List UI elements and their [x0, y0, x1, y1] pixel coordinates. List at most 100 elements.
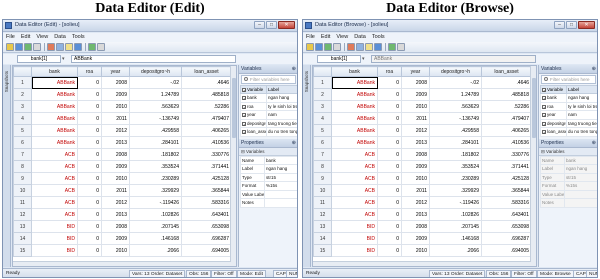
table-row[interactable]: 3 ABBank 0 2010 .563629 .52286	[313, 100, 532, 113]
cell-depositgrowth[interactable]: .353524	[129, 160, 182, 173]
property-row[interactable]: Type str15	[540, 172, 597, 182]
cell-roa[interactable]: 0	[77, 136, 102, 149]
cell-roa[interactable]: 0	[377, 232, 402, 245]
properties-icon[interactable]	[374, 43, 382, 51]
check-icon[interactable]: ✓	[542, 121, 546, 126]
cell-year[interactable]: 2008	[101, 220, 130, 233]
table-row[interactable]: 12 ACB 0 2013 .102826 .643401	[313, 208, 532, 221]
scroll-thumb[interactable]	[232, 78, 236, 138]
property-row[interactable]: Format %15s	[540, 181, 597, 191]
cell-year[interactable]: 2012	[101, 124, 130, 137]
check-icon[interactable]: ✓	[542, 104, 546, 109]
cell-depositgrowth[interactable]: -.02	[129, 76, 182, 89]
cell-loan-asset[interactable]: .696287	[181, 232, 232, 245]
property-value[interactable]: bank	[264, 155, 297, 165]
cell-year[interactable]: 2011	[101, 112, 130, 125]
cell-year[interactable]: 2008	[101, 148, 130, 161]
table-row[interactable]: 4 ABBank 0 2011 -.136749 .479407	[13, 112, 232, 125]
cell-loan-asset[interactable]: .653098	[481, 220, 532, 233]
print-icon[interactable]	[24, 43, 32, 51]
close-icon[interactable]: ✕	[578, 21, 595, 29]
cell-depositgrowth[interactable]: -.119426	[129, 196, 182, 209]
property-value[interactable]	[564, 189, 597, 199]
chevron-down-icon[interactable]: ▾	[62, 56, 65, 62]
table-row[interactable]: 13 BID 0 2008 .207145 .653098	[313, 220, 532, 233]
cell-year[interactable]: 2010	[101, 100, 130, 113]
variable-row[interactable]: ✓year nam	[240, 110, 297, 120]
cell-year[interactable]: 2013	[101, 136, 130, 149]
cell-depositgrowth[interactable]: .146168	[429, 232, 482, 245]
horizontal-scrollbar[interactable]	[13, 261, 231, 266]
cell-year[interactable]: 2008	[401, 76, 430, 89]
variable-row[interactable]: ✓bank ngan hang	[240, 93, 297, 103]
cell-roa[interactable]: 0	[377, 220, 402, 233]
cell-loan-asset[interactable]: .643401	[181, 208, 232, 221]
copy-icon[interactable]	[33, 43, 41, 51]
properties-section[interactable]: ⊟ Variables	[239, 147, 297, 156]
column-header-year[interactable]: year	[401, 66, 430, 77]
cell-year[interactable]: 2010	[101, 172, 130, 185]
cell-roa[interactable]: 0	[77, 88, 102, 101]
save-icon[interactable]	[15, 43, 23, 51]
variables-column-variable[interactable]: ✓Variable	[240, 85, 267, 94]
column-header-roa[interactable]: roa	[377, 66, 402, 77]
variables-column-label[interactable]: Label	[266, 85, 297, 94]
cell-loan-asset[interactable]: .4646	[481, 76, 532, 89]
cell-loan-asset[interactable]: .425128	[181, 172, 232, 185]
table-row[interactable]: 7 ACB 0 2008 .181802 .330776	[313, 148, 532, 161]
cell-bank[interactable]: BID	[31, 244, 78, 257]
cell-depositgrowth[interactable]: .353524	[429, 160, 482, 173]
cell-roa[interactable]: 0	[77, 100, 102, 113]
cell-roa[interactable]: 0	[377, 208, 402, 221]
filter-icon[interactable]	[56, 43, 64, 51]
cell-depositgrowth[interactable]: .329929	[429, 184, 482, 197]
cell-roa[interactable]: 0	[377, 136, 402, 149]
table-row[interactable]: 9 ACB 0 2010 .230289 .425128	[13, 172, 232, 185]
pin-icon[interactable]: ⊕	[292, 139, 296, 148]
cell-loan-asset[interactable]: .365844	[481, 184, 532, 197]
cell-bank[interactable]: ACB	[31, 172, 78, 185]
data-grid[interactable]: bank roa year depositgro~h loan_asset 1 …	[312, 65, 537, 267]
cell-depositgrowth[interactable]: .207145	[429, 220, 482, 233]
property-row[interactable]: Name bank	[240, 155, 297, 165]
cell-depositgrowth[interactable]: .329929	[129, 184, 182, 197]
table-row[interactable]: 11 ACB 0 2012 -.119426 .583316	[313, 196, 532, 209]
cell-year[interactable]: 2008	[101, 76, 130, 89]
cell-year[interactable]: 2010	[401, 172, 430, 185]
snapshots-tab[interactable]: Snapshots	[303, 65, 311, 267]
cell-depositgrowth[interactable]: .230289	[129, 172, 182, 185]
cell-bank[interactable]: BID	[31, 232, 78, 245]
cell-depositgrowth[interactable]: -.136749	[429, 112, 482, 125]
property-value[interactable]: str15	[264, 172, 297, 182]
cell-loan-asset[interactable]: .371441	[181, 160, 232, 173]
menu-item[interactable]: Edit	[18, 33, 33, 42]
property-row[interactable]: Notes	[540, 198, 597, 208]
cell-year[interactable]: 2008	[401, 220, 430, 233]
minimize-icon[interactable]: –	[254, 21, 265, 29]
cell-bank[interactable]: ACB	[331, 160, 378, 173]
cell-roa[interactable]: 0	[377, 88, 402, 101]
column-header-loan-asset[interactable]: loan_asset	[181, 66, 232, 77]
pin-icon[interactable]: ⊕	[592, 139, 596, 148]
cell-roa[interactable]: 0	[77, 76, 102, 89]
cell-bank[interactable]: BID	[31, 220, 78, 233]
menu-item[interactable]: Data	[351, 33, 369, 42]
cell-roa[interactable]: 0	[77, 196, 102, 209]
cell-loan-asset[interactable]: .583316	[181, 196, 232, 209]
open-icon[interactable]	[306, 43, 314, 51]
cell-loan-asset[interactable]: .330776	[481, 148, 532, 161]
cell-loan-asset[interactable]: .406265	[181, 124, 232, 137]
snapshot-icon[interactable]	[388, 43, 396, 51]
menu-item[interactable]: View	[33, 33, 51, 42]
cell-depositgrowth[interactable]: .284101	[129, 136, 182, 149]
cell-year[interactable]: 2009	[101, 88, 130, 101]
table-row[interactable]: 7 ACB 0 2008 .181802 .330776	[13, 148, 232, 161]
cell-bank[interactable]: ABBank	[31, 76, 78, 89]
property-value[interactable]	[264, 189, 297, 199]
variable-row[interactable]: ✓depositgrowth tang truong tien gui	[540, 118, 597, 128]
cell-year[interactable]: 2013	[101, 208, 130, 221]
column-header-depositgrowth[interactable]: depositgro~h	[129, 66, 182, 77]
cell-loan-asset[interactable]: .425128	[481, 172, 532, 185]
cell-loan-asset[interactable]: .410536	[181, 136, 232, 149]
cell-year[interactable]: 2011	[401, 184, 430, 197]
